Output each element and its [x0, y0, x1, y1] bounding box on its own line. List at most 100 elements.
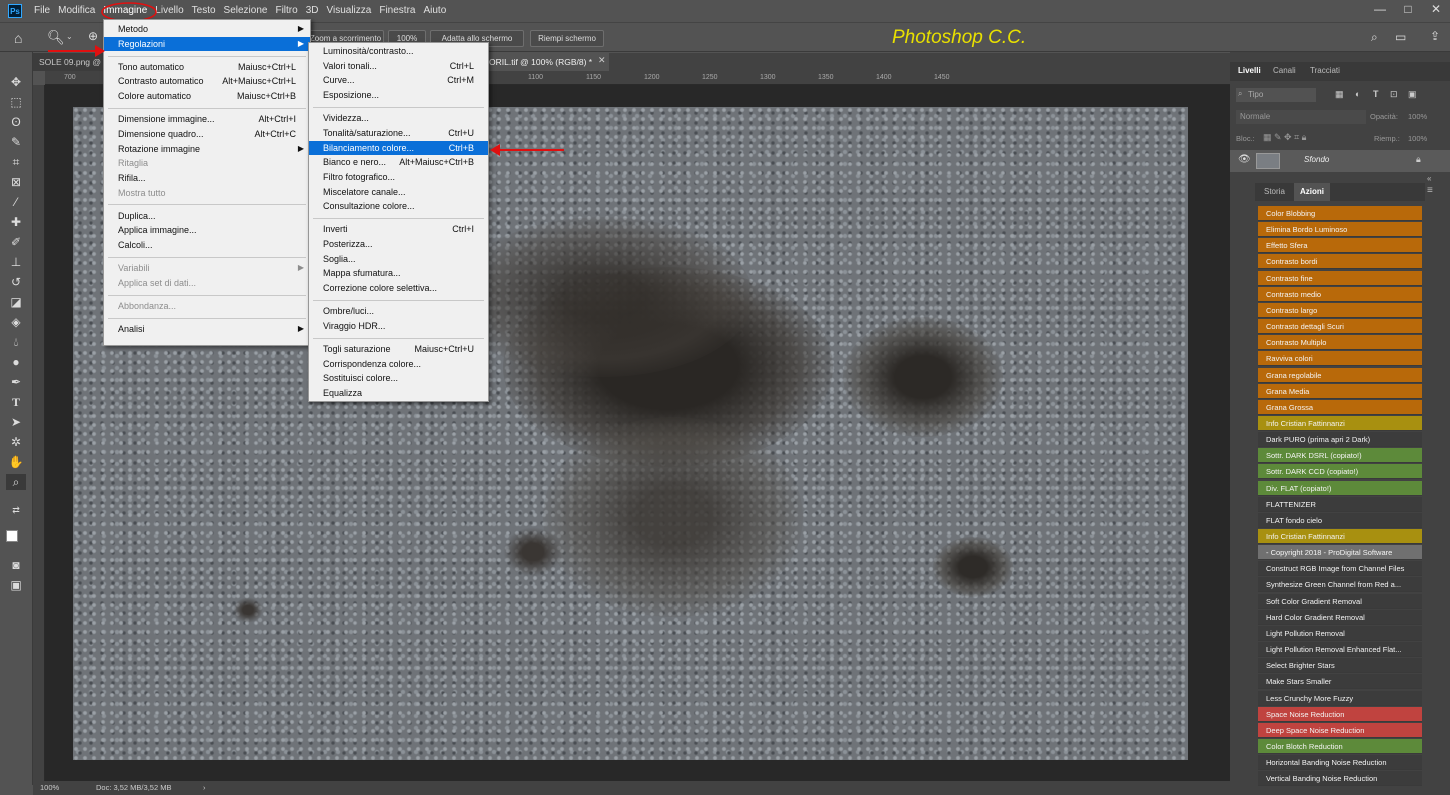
history-brush-icon[interactable]: ↺ — [6, 274, 26, 290]
swap-colors-icon[interactable]: ⇄ — [6, 502, 26, 518]
filter-smart-icon[interactable]: ▣ — [1408, 89, 1417, 100]
menu-item-miscelatore-canale[interactable]: Miscelatore canale... — [309, 185, 488, 200]
action-item[interactable]: Light Pollution Removal — [1258, 625, 1422, 641]
menu-item-colore-automatico[interactable]: Colore automatico Maiusc+Ctrl+B — [104, 89, 310, 104]
action-item[interactable]: Contrasto dettagli Scuri — [1258, 319, 1422, 335]
close-icon[interactable]: ✕ — [1422, 0, 1450, 18]
chevron-right-icon[interactable]: › — [203, 781, 206, 795]
menu-item-equalizza[interactable]: Equalizza — [309, 386, 488, 401]
quick-select-icon[interactable]: ✎ — [6, 134, 26, 150]
gradient-tool-icon[interactable]: ◈ — [6, 314, 26, 330]
action-item[interactable]: Contrasto medio — [1258, 286, 1422, 302]
menu-visualizza[interactable]: Visualizza — [323, 0, 376, 22]
fill-screen-button[interactable]: Riempi schermo — [530, 30, 604, 47]
filter-adjust-icon[interactable]: ◐ — [1355, 89, 1360, 99]
menu-item-togli-saturazione[interactable]: Togli saturazione Maiusc+Ctrl+U — [309, 342, 488, 357]
menu-item-metodo[interactable]: Metodo ▶ — [104, 22, 310, 37]
layer-row[interactable]: 👁︎ Sfondo 🔒︎ — [1230, 150, 1450, 172]
minimize-icon[interactable]: — — [1366, 0, 1394, 18]
menu-item-tonalit-saturazione[interactable]: Tonalità/saturazione... Ctrl+U — [309, 126, 488, 141]
blend-mode-select[interactable]: Normale — [1236, 110, 1366, 124]
menu-item-applica-immagine[interactable]: Applica immagine... — [104, 223, 310, 238]
menu-finestra[interactable]: Finestra — [375, 0, 419, 22]
filter-type-icon[interactable]: T — [1373, 89, 1379, 99]
menu-item-mappa-sfumatura[interactable]: Mappa sfumatura... — [309, 266, 488, 281]
home-icon[interactable]: ⌂ — [14, 30, 22, 46]
menu-item-calcoli[interactable]: Calcoli... — [104, 238, 310, 253]
action-item[interactable]: Space Noise Reduction — [1258, 706, 1422, 722]
action-item[interactable]: Contrasto Multiplo — [1258, 335, 1422, 351]
tab-storia[interactable]: Storia — [1264, 183, 1285, 201]
menu-item-dimensione-quadro[interactable]: Dimensione quadro... Alt+Ctrl+C — [104, 127, 310, 142]
shape-tool-icon[interactable]: ✲ — [6, 434, 26, 450]
action-item[interactable]: FLAT fondo cielo — [1258, 512, 1422, 528]
menu-item-rotazione-immagine[interactable]: Rotazione immagine ▶ — [104, 142, 310, 157]
foreground-color-swatch[interactable] — [6, 530, 18, 542]
pen-tool-icon[interactable]: ✒ — [6, 374, 26, 390]
frame-tool-icon[interactable]: ⊠ — [6, 174, 26, 190]
zoom-tool-icon[interactable]: ⌕ — [6, 474, 26, 490]
menu-item-corrispondenza-colore[interactable]: Corrispondenza colore... — [309, 357, 488, 372]
action-item[interactable]: Construct RGB Image from Channel Files — [1258, 561, 1422, 577]
quick-mask-icon[interactable]: ◙ — [6, 557, 26, 573]
type-tool-icon[interactable]: T — [6, 394, 26, 410]
action-item[interactable]: FLATTENIZER — [1258, 496, 1422, 512]
tab-azioni[interactable]: Azioni — [1294, 183, 1330, 201]
menu-item-rifila[interactable]: Rifila... — [104, 171, 310, 186]
brush-tool-icon[interactable]: ✐ — [6, 234, 26, 250]
action-item[interactable]: Ravviva colori — [1258, 351, 1422, 367]
tab-tracciati[interactable]: Tracciati — [1310, 62, 1340, 80]
lock-pixels-icon[interactable]: ▦ ✎ ✥ ⌗ 🔒︎ — [1263, 132, 1306, 143]
action-item[interactable]: Less Crunchy More Fuzzy — [1258, 690, 1422, 706]
menu-item-contrasto-automatico[interactable]: Contrasto automatico Alt+Maiusc+Ctrl+L — [104, 74, 310, 89]
action-item[interactable]: Color Blotch Reduction — [1258, 738, 1422, 754]
search-icon[interactable]: ⌕ — [1371, 30, 1378, 45]
action-item[interactable]: Synthesize Green Channel from Red a... — [1258, 577, 1422, 593]
menu-item-curve[interactable]: Curve... Ctrl+M — [309, 73, 488, 88]
action-item[interactable]: Sottr. DARK DSRL (copiato!) — [1258, 448, 1422, 464]
zoom-level[interactable]: 100% — [40, 781, 59, 795]
menu-file[interactable]: File — [30, 0, 54, 22]
action-item[interactable]: Contrasto fine — [1258, 270, 1422, 286]
marquee-tool-icon[interactable]: ⬚ — [6, 94, 26, 110]
menu-item-consultazione-colore[interactable]: Consultazione colore... — [309, 199, 488, 214]
action-item[interactable]: Make Stars Smaller — [1258, 674, 1422, 690]
path-select-icon[interactable]: ➤ — [6, 414, 26, 430]
close-tab-icon[interactable]: ✕ — [598, 55, 606, 66]
eye-icon[interactable]: 👁︎ — [1238, 154, 1251, 165]
menu-item-filtro-fotografico[interactable]: Filtro fotografico... — [309, 170, 488, 185]
clone-stamp-icon[interactable]: ⊥ — [6, 254, 26, 270]
menu-item-viraggio-hdr[interactable]: Viraggio HDR... — [309, 319, 488, 334]
action-item[interactable]: Horizontal Banding Noise Reduction — [1258, 755, 1422, 771]
dodge-tool-icon[interactable]: ● — [6, 354, 26, 370]
menu-item-inverti[interactable]: Inverti Ctrl+I — [309, 222, 488, 237]
menu-item-duplica[interactable]: Duplica... — [104, 209, 310, 224]
menu-item-analisi[interactable]: Analisi ▶ — [104, 322, 310, 337]
hand-tool-icon[interactable]: ✋ — [6, 454, 26, 470]
action-item[interactable]: Elimina Bordo Luminoso — [1258, 222, 1422, 238]
menu-item-correzione-colore-selettiva[interactable]: Correzione colore selettiva... — [309, 281, 488, 296]
action-item[interactable]: Info Cristian Fattinnanzi — [1258, 415, 1422, 431]
menu-item-regolazioni[interactable]: Regolazioni ▶ — [104, 36, 310, 52]
action-item[interactable]: Color Blobbing — [1258, 206, 1422, 221]
action-item[interactable]: Info Cristian Fattinnanzi — [1258, 529, 1422, 544]
action-item[interactable]: Sottr. DARK CCD (copiato!) — [1258, 464, 1422, 480]
action-item[interactable]: Soft Color Gradient Removal — [1258, 593, 1422, 609]
crop-tool-icon[interactable]: ⌗ — [6, 154, 26, 170]
panel-menu-icon[interactable]: ≡ — [1427, 185, 1433, 196]
menu-item-dimensione-immagine[interactable]: Dimensione immagine... Alt+Ctrl+I — [104, 112, 310, 127]
action-item[interactable]: Grana Grossa — [1258, 399, 1422, 415]
menu-item-sostituisci-colore[interactable]: Sostituisci colore... — [309, 371, 488, 386]
menu-item-ombre-luci[interactable]: Ombre/luci... — [309, 304, 488, 319]
healing-brush-icon[interactable]: ✚ — [6, 214, 26, 230]
menu-modifica[interactable]: Modifica — [54, 0, 99, 22]
menu-item-tono-automatico[interactable]: Tono automatico Maiusc+Ctrl+L — [104, 60, 310, 75]
action-item[interactable]: Select Brighter Stars — [1258, 658, 1422, 674]
action-item[interactable]: - Copyright 2018 - ProDigital Software — [1258, 545, 1422, 561]
tab-livelli[interactable]: Livelli — [1238, 62, 1261, 80]
menu-item-esposizione[interactable]: Esposizione... — [309, 88, 488, 103]
action-item[interactable]: Contrasto largo — [1258, 302, 1422, 318]
workspace-icon[interactable]: ▭ — [1395, 30, 1406, 44]
filter-shape-icon[interactable]: ⊡ — [1390, 89, 1398, 100]
action-item[interactable]: Grana Media — [1258, 383, 1422, 399]
